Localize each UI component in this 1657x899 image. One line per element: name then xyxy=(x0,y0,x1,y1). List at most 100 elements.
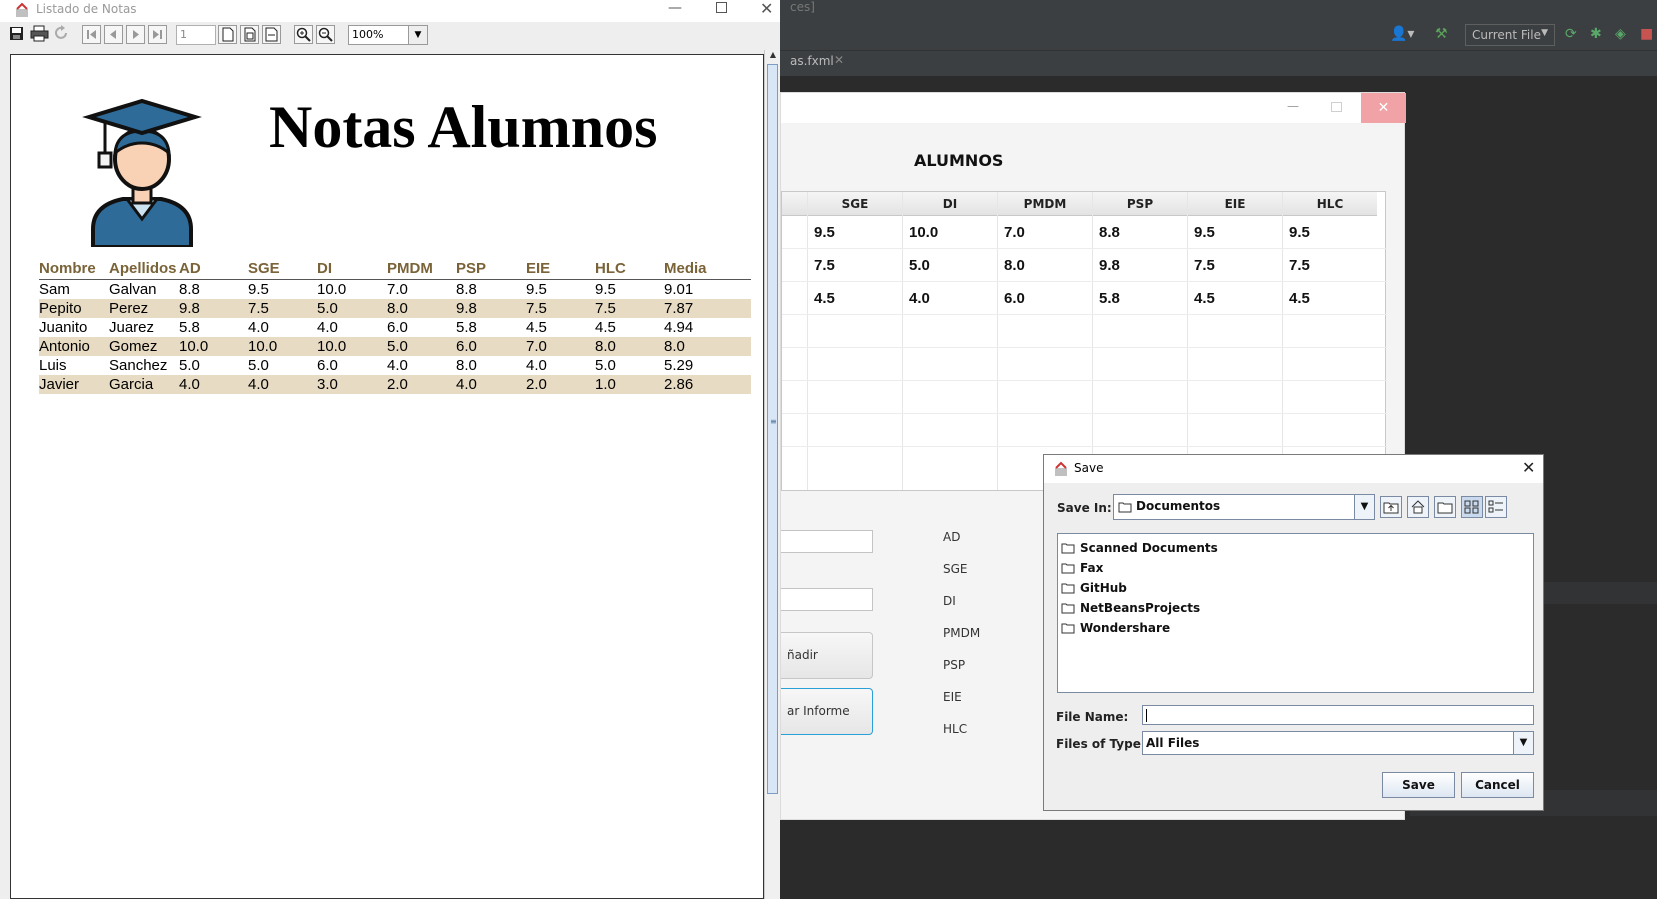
table-cell: 10.0 xyxy=(179,338,209,355)
profile-icon[interactable]: ◈ xyxy=(1615,26,1626,42)
user-icon[interactable]: 👤▾ xyxy=(1390,26,1414,42)
table-cell[interactable]: 8.8 xyxy=(1099,224,1120,241)
maximize-icon[interactable] xyxy=(1331,102,1342,112)
close-icon[interactable]: ✕ xyxy=(1361,93,1406,123)
column-header: SGE xyxy=(248,260,280,277)
table-cell: 4.0 xyxy=(248,376,269,393)
close-icon[interactable]: ✕ xyxy=(834,53,844,67)
list-item[interactable]: Fax xyxy=(1058,558,1533,578)
list-item[interactable]: GitHub xyxy=(1058,578,1533,598)
scroll-thumb[interactable]: ≡ xyxy=(767,64,778,794)
minimize-icon[interactable]: — xyxy=(668,0,682,16)
list-item[interactable]: Wondershare xyxy=(1058,618,1533,638)
table-cell[interactable]: 7.5 xyxy=(1194,257,1215,274)
table-cell: 5.0 xyxy=(595,357,616,374)
scroll-up-icon[interactable]: ▲ xyxy=(765,50,781,64)
table-cell[interactable]: 6.0 xyxy=(1004,290,1025,307)
table-cell: 6.0 xyxy=(317,357,338,374)
table-cell: 4.0 xyxy=(179,376,200,393)
cancel-button[interactable]: Cancel xyxy=(1461,772,1534,798)
text-field[interactable] xyxy=(781,588,873,611)
table-cell: 5.0 xyxy=(317,300,338,317)
table-cell[interactable]: 9.5 xyxy=(1194,224,1215,241)
hammer-icon[interactable]: ⚒ xyxy=(1435,26,1448,42)
table-cell[interactable]: 7.5 xyxy=(1289,257,1310,274)
viewer-toolbar: 1 100% ▼ xyxy=(0,22,780,50)
file-name-label: File Name: xyxy=(1056,710,1129,724)
close-icon[interactable]: ✕ xyxy=(1522,458,1535,477)
debug-icon[interactable]: ✱ xyxy=(1590,26,1602,42)
table-cell[interactable]: 9.5 xyxy=(1289,224,1310,241)
maximize-icon[interactable] xyxy=(716,2,727,13)
details-view-icon[interactable] xyxy=(1485,496,1507,518)
column-header[interactable]: DI xyxy=(903,192,997,216)
chevron-down-icon[interactable]: ▼ xyxy=(1354,495,1374,519)
folder-name: GitHub xyxy=(1080,581,1127,595)
next-page-icon[interactable] xyxy=(126,25,145,44)
table-cell: 8.0 xyxy=(456,357,477,374)
table-cell: 7.5 xyxy=(248,300,269,317)
table-cell: 5.8 xyxy=(179,319,200,336)
table-cell[interactable]: 7.0 xyxy=(1004,224,1025,241)
first-page-icon[interactable] xyxy=(82,25,101,44)
last-page-icon[interactable] xyxy=(148,25,167,44)
fit-width-icon[interactable] xyxy=(262,25,281,44)
reload-icon[interactable] xyxy=(53,25,72,44)
save-icon[interactable] xyxy=(8,25,27,44)
table-cell[interactable]: 8.0 xyxy=(1004,257,1025,274)
ide-editor-tab[interactable]: as.fxml xyxy=(790,54,834,68)
fit-page-icon[interactable] xyxy=(240,25,259,44)
run-icon[interactable]: ⟳ xyxy=(1565,26,1577,42)
actual-size-icon[interactable] xyxy=(218,25,237,44)
vertical-scrollbar[interactable]: ▲ ≡ xyxy=(764,50,780,899)
column-header[interactable]: EIE xyxy=(1188,192,1282,216)
up-one-level-icon[interactable] xyxy=(1380,496,1402,518)
table-cell[interactable]: 4.5 xyxy=(1194,290,1215,307)
column-header[interactable]: SGE xyxy=(808,192,902,216)
file-name-input[interactable] xyxy=(1142,705,1534,725)
zoom-out-icon[interactable] xyxy=(316,25,335,44)
table-cell[interactable]: 5.0 xyxy=(909,257,930,274)
save-button[interactable]: Save xyxy=(1382,772,1455,798)
file-list[interactable]: Scanned Documents Fax GitHub NetBeansPro… xyxy=(1057,533,1534,693)
file-type-select[interactable]: All Files ▼ xyxy=(1142,731,1534,755)
table-cell[interactable]: 4.5 xyxy=(814,290,835,307)
column-header[interactable]: HLC xyxy=(1283,192,1377,216)
table-cell[interactable]: 4.5 xyxy=(1289,290,1310,307)
table-cell[interactable]: 4.0 xyxy=(909,290,930,307)
page-number-input[interactable]: 1 xyxy=(176,25,216,45)
list-view-icon[interactable] xyxy=(1461,496,1483,518)
home-icon[interactable] xyxy=(1407,496,1429,518)
table-row: Sam Galvan 8.8 9.5 10.0 7.0 8.8 9.5 9.5 … xyxy=(39,280,751,299)
table-cell[interactable]: 5.8 xyxy=(1099,290,1120,307)
add-button[interactable]: ñadir xyxy=(781,632,873,679)
chevron-down-icon[interactable]: ▼ xyxy=(1513,732,1533,754)
graduate-icon xyxy=(82,98,202,247)
minimize-icon[interactable]: — xyxy=(1286,99,1300,113)
table-cell[interactable]: 9.8 xyxy=(1099,257,1120,274)
list-item[interactable]: Scanned Documents xyxy=(1058,538,1533,558)
table-cell[interactable]: 9.5 xyxy=(814,224,835,241)
table-cell[interactable]: 7.5 xyxy=(814,257,835,274)
close-icon[interactable]: ✕ xyxy=(760,0,773,18)
java-icon xyxy=(1055,461,1067,476)
print-icon[interactable] xyxy=(30,25,49,44)
text-field[interactable] xyxy=(781,530,873,553)
grades-table[interactable]: SGE DI PMDM PSP EIE HLC 9.5 10.0 7.0 8.8… xyxy=(781,191,1387,491)
zoom-in-icon[interactable] xyxy=(294,25,313,44)
column-header: Apellidos xyxy=(109,260,177,277)
previous-page-icon[interactable] xyxy=(104,25,123,44)
run-config-select[interactable]: Current File ▼ xyxy=(1465,24,1555,46)
new-folder-icon[interactable] xyxy=(1434,496,1456,518)
list-item[interactable]: NetBeansProjects xyxy=(1058,598,1533,618)
chevron-down-icon[interactable]: ▼ xyxy=(408,26,427,44)
table-cell[interactable]: 10.0 xyxy=(909,224,938,241)
generate-report-button[interactable]: ar Informe xyxy=(781,688,873,735)
table-cell: 9.5 xyxy=(526,281,547,298)
save-in-select[interactable]: Documentos ▼ xyxy=(1113,494,1375,520)
stop-icon[interactable]: ■ xyxy=(1640,26,1653,42)
row-divider xyxy=(782,446,1387,447)
table-row: Javier Garcia 4.0 4.0 3.0 2.0 4.0 2.0 1.… xyxy=(39,375,751,394)
column-header[interactable]: PMDM xyxy=(998,192,1092,216)
column-header[interactable]: PSP xyxy=(1093,192,1187,216)
